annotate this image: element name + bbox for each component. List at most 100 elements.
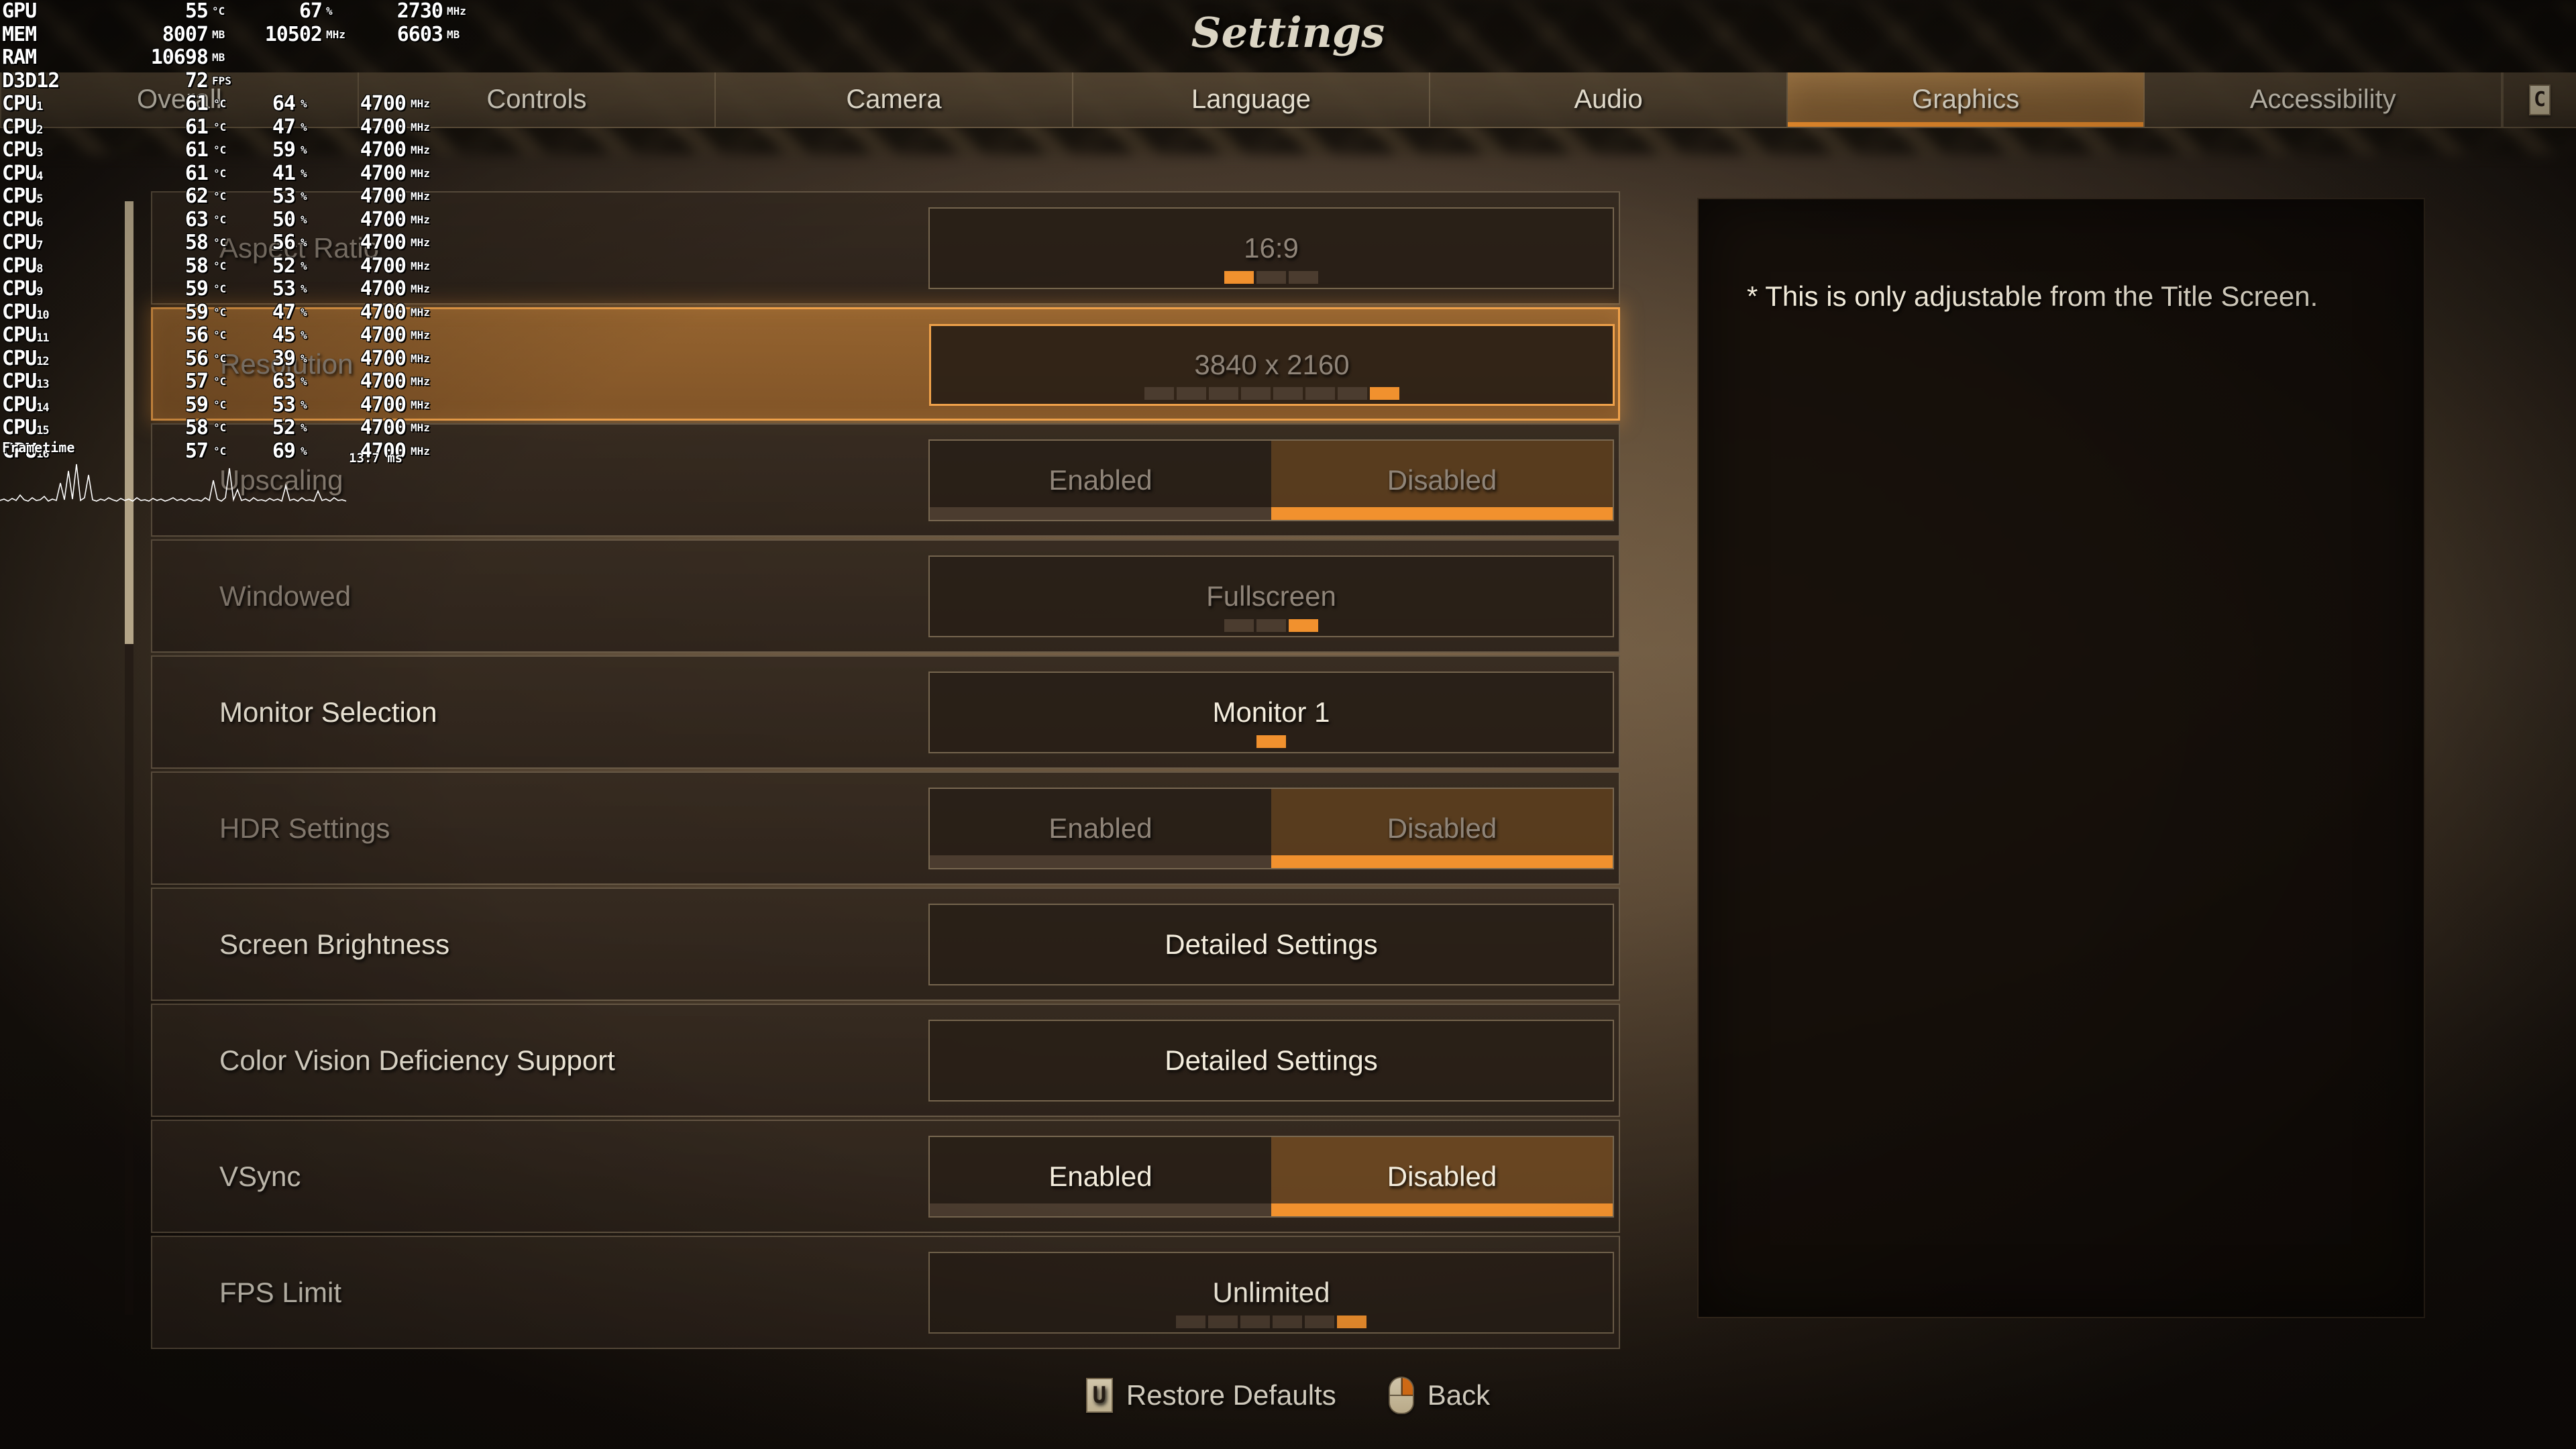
overlay-row-cpu4: CPU4 61 °C 41% 4700 MHz bbox=[0, 161, 430, 186]
step-pip bbox=[1273, 1316, 1302, 1328]
setting-toggle-vsync[interactable]: Enabled Disabled bbox=[928, 1136, 1614, 1218]
setting-row-fps-limit[interactable]: FPS Limit Unlimited bbox=[151, 1236, 1620, 1349]
overlay-row-label: CPU6 bbox=[2, 207, 43, 231]
title-bar: Settings bbox=[0, 0, 2576, 75]
tab-camera[interactable]: Camera bbox=[716, 72, 1073, 127]
setting-label: Screen Brightness bbox=[219, 928, 450, 960]
toggle-option-enabled[interactable]: Enabled bbox=[930, 441, 1271, 520]
overlay-frametime-label: Frametime bbox=[2, 439, 75, 455]
setting-row-monitor-selection[interactable]: Monitor Selection Monitor 1 bbox=[151, 655, 1620, 769]
toggle-option-enabled[interactable]: Enabled bbox=[930, 789, 1271, 868]
restore-defaults-button[interactable]: U Restore Defaults bbox=[1085, 1378, 1336, 1413]
footer-hints: U Restore Defaults Back bbox=[0, 1365, 2576, 1426]
setting-value: Monitor 1 bbox=[1212, 696, 1330, 728]
step-pip bbox=[1176, 1316, 1205, 1328]
setting-value: Unlimited bbox=[1212, 1277, 1330, 1308]
setting-row-color-vision-deficiency-support[interactable]: Color Vision Deficiency Support Detailed … bbox=[151, 1004, 1620, 1117]
tab-graphics[interactable]: Graphics bbox=[1787, 72, 2145, 127]
tab-controls[interactable]: Controls bbox=[359, 72, 716, 127]
setting-row-aspect-ratio[interactable]: Aspect Ratio 16:9 bbox=[151, 191, 1620, 305]
toggle-indicator-bar bbox=[930, 855, 1271, 868]
setting-value-box-monitor-selection[interactable]: Monitor 1 bbox=[928, 672, 1614, 753]
back-button[interactable]: Back bbox=[1388, 1377, 1490, 1414]
setting-row-resolution[interactable]: Resolution 3840 x 2160 bbox=[151, 307, 1620, 421]
step-pip bbox=[1256, 619, 1286, 632]
toggle-indicator-bar bbox=[1271, 1203, 1613, 1216]
setting-step-indicator bbox=[931, 387, 1613, 400]
setting-value: Fullscreen bbox=[1206, 580, 1336, 612]
step-pip bbox=[1209, 387, 1238, 400]
overlay-unit: °C bbox=[213, 166, 227, 180]
tab-audio[interactable]: Audio bbox=[1430, 72, 1788, 127]
setting-toggle-upscaling[interactable]: Enabled Disabled bbox=[928, 439, 1614, 521]
overlay-unit: MHz bbox=[411, 166, 430, 180]
tab-label: Accessibility bbox=[2249, 85, 2396, 114]
settings-scrollbar[interactable] bbox=[125, 201, 133, 1315]
restore-defaults-label: Restore Defaults bbox=[1126, 1379, 1336, 1411]
overlay-cpu-clock: 4700 bbox=[360, 161, 407, 185]
info-panel: * This is only adjustable from the Title… bbox=[1697, 198, 2425, 1318]
setting-label: FPS Limit bbox=[219, 1276, 342, 1308]
overlay-unit: % bbox=[301, 166, 307, 180]
setting-label: Windowed bbox=[219, 580, 352, 612]
step-pip bbox=[1208, 1316, 1238, 1328]
setting-value-box-fps-limit[interactable]: Unlimited bbox=[928, 1252, 1614, 1334]
setting-value-box-screen-brightness[interactable]: Detailed Settings bbox=[928, 904, 1614, 985]
toggle-option-label: Enabled bbox=[1049, 464, 1152, 496]
overlay-row-label: CPU5 bbox=[2, 184, 43, 208]
setting-label: Resolution bbox=[220, 347, 354, 380]
setting-row-screen-brightness[interactable]: Screen Brightness Detailed Settings bbox=[151, 888, 1620, 1001]
toggle-option-disabled[interactable]: Disabled bbox=[1271, 1137, 1613, 1216]
setting-step-indicator bbox=[930, 271, 1613, 284]
tab-label: Camera bbox=[846, 85, 942, 114]
toggle-option-label: Enabled bbox=[1049, 812, 1152, 844]
settings-tab-bar[interactable]: Overall Controls Camera Language Audio Graphi… bbox=[0, 72, 2576, 128]
step-pip bbox=[1224, 271, 1254, 284]
setting-label: Monitor Selection bbox=[219, 696, 437, 728]
toggle-option-label: Disabled bbox=[1387, 812, 1497, 844]
setting-row-windowed[interactable]: Windowed Fullscreen bbox=[151, 539, 1620, 653]
step-pip bbox=[1289, 271, 1318, 284]
setting-step-indicator bbox=[930, 619, 1613, 632]
toggle-indicator-bar bbox=[930, 1203, 1271, 1216]
toggle-option-label: Disabled bbox=[1387, 464, 1497, 496]
setting-value-box-color-vision-deficiency-support[interactable]: Detailed Settings bbox=[928, 1020, 1614, 1102]
setting-label: Aspect Ratio bbox=[219, 231, 380, 264]
setting-value-box-resolution[interactable]: 3840 x 2160 bbox=[929, 324, 1615, 406]
step-pip bbox=[1241, 387, 1271, 400]
setting-row-upscaling[interactable]: Upscaling Enabled Disabled bbox=[151, 423, 1620, 537]
tab-accessibility[interactable]: Accessibility bbox=[2145, 72, 2503, 127]
scrollbar-thumb[interactable] bbox=[125, 201, 133, 644]
overlay-row-label: CPU9 bbox=[2, 277, 43, 301]
toggle-option-disabled[interactable]: Disabled bbox=[1271, 789, 1613, 868]
step-pip bbox=[1305, 1316, 1334, 1328]
toggle-option-enabled[interactable]: Enabled bbox=[930, 1137, 1271, 1216]
step-pip bbox=[1240, 1316, 1270, 1328]
setting-label: Color Vision Deficiency Support bbox=[219, 1044, 615, 1076]
overlay-cpu-temp: 61 bbox=[184, 161, 209, 185]
setting-value: Detailed Settings bbox=[1165, 928, 1378, 960]
setting-toggle-hdr-settings[interactable]: Enabled Disabled bbox=[928, 788, 1614, 869]
setting-value-box-windowed[interactable]: Fullscreen bbox=[928, 555, 1614, 637]
tab-label: Graphics bbox=[1912, 85, 2020, 114]
overlay-row-label: CPU11 bbox=[2, 323, 50, 347]
page-title: Settings bbox=[1191, 8, 1385, 57]
tab-label: Controls bbox=[486, 85, 587, 114]
setting-row-hdr-settings[interactable]: HDR Settings Enabled Disabled bbox=[151, 771, 1620, 885]
setting-value: Detailed Settings bbox=[1165, 1044, 1378, 1076]
setting-label: VSync bbox=[219, 1160, 301, 1192]
settings-list[interactable]: Aspect Ratio 16:9 Resolution 3840 x 2160 Ups… bbox=[151, 191, 1620, 1352]
setting-label: HDR Settings bbox=[219, 812, 390, 844]
setting-row-vsync[interactable]: VSync Enabled Disabled bbox=[151, 1120, 1620, 1233]
toggle-option-label: Disabled bbox=[1387, 1161, 1497, 1192]
setting-value-box-aspect-ratio[interactable]: 16:9 bbox=[928, 207, 1614, 289]
tab-label: Audio bbox=[1574, 85, 1643, 114]
tab-language[interactable]: Language bbox=[1073, 72, 1431, 127]
step-pip bbox=[1338, 387, 1367, 400]
step-pip bbox=[1337, 1316, 1366, 1328]
toggle-option-disabled[interactable]: Disabled bbox=[1271, 441, 1613, 520]
toggle-indicator-bar bbox=[1271, 507, 1613, 520]
tab-overall[interactable]: Overall bbox=[0, 72, 359, 127]
keycap-u-icon: U bbox=[1085, 1378, 1113, 1413]
overlay-row-label: CPU15 bbox=[2, 416, 50, 439]
